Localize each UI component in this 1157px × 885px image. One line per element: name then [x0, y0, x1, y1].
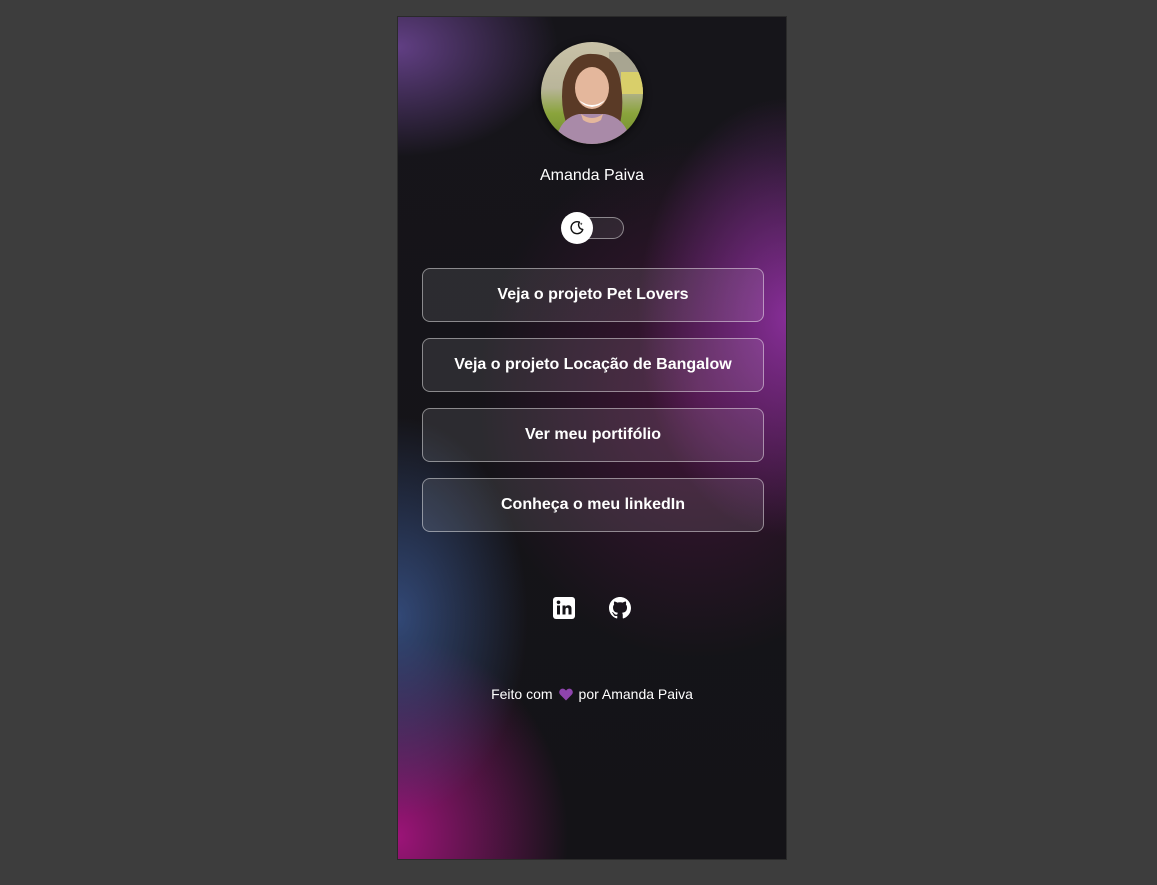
- social-links: [398, 597, 786, 619]
- footer-prefix: Feito com: [491, 686, 553, 702]
- profile-name: Amanda Paiva: [539, 167, 645, 184]
- github-icon[interactable]: [609, 597, 631, 619]
- link-linkedin[interactable]: Conheça o meu linkedIn: [422, 478, 764, 532]
- theme-toggle[interactable]: [561, 212, 624, 244]
- footer: Feito com por Amanda Paiva: [398, 686, 786, 704]
- theme-toggle-knob[interactable]: [561, 212, 593, 244]
- link-locacao-bangalow[interactable]: Veja o projeto Locação de Bangalow: [422, 338, 764, 392]
- profile-avatar: [541, 42, 643, 144]
- footer-suffix: por Amanda Paiva: [578, 686, 693, 702]
- link-pet-lovers[interactable]: Veja o projeto Pet Lovers: [422, 268, 764, 322]
- linktree-page: Amanda Paiva Veja o projeto Pet Lovers V…: [397, 16, 787, 860]
- profile-photo-icon: [541, 42, 643, 144]
- link-portfolio[interactable]: Ver meu portifólio: [422, 408, 764, 462]
- links-list: Veja o projeto Pet Lovers Veja o projeto…: [422, 268, 764, 548]
- purple-heart-icon: [558, 688, 573, 704]
- linkedin-icon[interactable]: [553, 597, 575, 619]
- moon-icon: [570, 221, 584, 235]
